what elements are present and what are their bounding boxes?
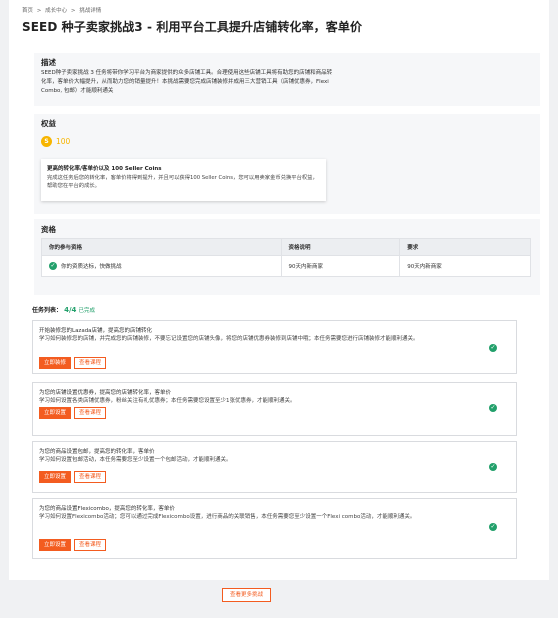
decorate-now-button[interactable]: 立即装修	[39, 357, 72, 369]
task-status: 已完成	[78, 308, 96, 314]
breadcrumb-home[interactable]: 首页	[22, 8, 33, 14]
check-circle-icon: ✓	[49, 262, 57, 271]
qualification-table: 你的参与资格 资格说明 要求 ✓ 你的资质达标，快做挑战 90天内新商家 90天内…	[41, 238, 531, 277]
task-item: 为您的商品设置包邮，提高您的转化率，客单价 学习如何设置包邮活动，本任务需要您至…	[32, 441, 517, 493]
check-circle-icon: ✓	[489, 344, 497, 352]
breadcrumb-current: 挑战详情	[79, 8, 102, 14]
table-row: ✓ 你的资质达标，快做挑战 90天内新商家 90天内新商家	[41, 255, 531, 277]
table-cell: 90天内新商家	[399, 255, 531, 277]
table-header-row: 你的参与资格 资格说明 要求	[41, 238, 531, 256]
task-item: 为您的商品设置Flexicombo，提高您的转化率，客单价 学习如何设置Flex…	[32, 498, 517, 559]
benefit-card: 更高的转化率/客单价以及 100 Seller Coins 完成这任务后您的转化…	[41, 159, 326, 201]
qualification-section: 资格 你的参与资格 资格说明 要求 ✓ 你的资质达标，快做挑战 90天内新商家 9…	[34, 219, 540, 295]
coin-amount: 100	[56, 137, 71, 146]
task-desc: 学习如何装修您的店铺，并完成您的店铺装修，不要忘记设置您的店铺头像，将您的店铺优…	[39, 336, 419, 342]
view-course-button[interactable]: 查看课程	[74, 471, 107, 483]
column-header: 要求	[399, 238, 531, 256]
view-course-button[interactable]: 查看课程	[74, 407, 107, 419]
task-list-label: 任务列表：	[32, 307, 63, 314]
breadcrumb-separator: >	[70, 8, 76, 14]
task-list-heading: 任务列表： 4/4 已完成	[32, 305, 95, 314]
main-panel: 首页 > 成长中心 > 挑战详情 SEED 种子卖家挑战3 - 利用平台工具提升…	[9, 0, 549, 580]
task-count: 4/4	[64, 306, 77, 314]
description-section: 描述 SEED种子卖家挑战 3 任务将带你学习平台为商家提供的众多店铺工具。合理…	[34, 53, 540, 106]
breadcrumb: 首页 > 成长中心 > 挑战详情	[22, 6, 103, 14]
breadcrumb-separator: >	[36, 8, 42, 14]
setup-now-button[interactable]: 立即设置	[39, 471, 72, 483]
view-course-button[interactable]: 查看课程	[74, 539, 107, 551]
breadcrumb-growth-center[interactable]: 成长中心	[45, 8, 67, 14]
benefits-heading: 权益	[41, 119, 56, 128]
eligibility-status: 你的资质达标，快做挑战	[61, 263, 122, 270]
description-heading: 描述	[41, 58, 56, 67]
task-title: 为您的商品设置Flexicombo，提高您的转化率，客单价	[39, 506, 175, 512]
setup-now-button[interactable]: 立即设置	[39, 539, 72, 551]
table-cell: ✓ 你的资质达标，快做挑战	[41, 255, 282, 277]
view-more-challenges-button[interactable]: 查看更多挑战	[222, 588, 271, 602]
column-header: 资格说明	[280, 238, 401, 256]
task-desc: 学习如何设置包邮活动，本任务需要您至少设置一个包邮活动，才能顺利通关。	[39, 457, 232, 463]
check-circle-icon: ✓	[489, 404, 497, 412]
description-text: SEED种子卖家挑战 3 任务将带你学习平台为商家提供的众多店铺工具。合理使用这…	[41, 70, 333, 94]
benefits-section: 权益 S 100 更高的转化率/客单价以及 100 Seller Coins 完…	[34, 114, 540, 214]
seller-coin-icon: S	[41, 136, 52, 147]
task-item: 开始装修您的Lazada店铺，提高您的店铺转化 学习如何装修您的店铺，并完成您的…	[32, 320, 517, 374]
setup-now-button[interactable]: 立即设置	[39, 407, 72, 419]
task-item: 为您的店铺设置优惠券，提高您的店铺转化率，客单价 学习如何设置各类店铺优惠券，粉…	[32, 382, 517, 436]
benefit-card-title: 更高的转化率/客单价以及 100 Seller Coins	[47, 166, 162, 172]
task-desc: 学习如何设置Flexicombo活动；您可以通过完成Flexicombo设置，进…	[39, 514, 416, 520]
benefit-card-text: 完成这任务后您的转化率，客单价将得到提升，并且可以获得100 Seller Co…	[47, 175, 318, 189]
view-course-button[interactable]: 查看课程	[74, 357, 107, 369]
task-desc: 学习如何设置各类店铺优惠券，粉丝关注有礼优惠券；本任务需要您设置至少1张优惠券，…	[39, 398, 296, 404]
check-circle-icon: ✓	[489, 523, 497, 531]
page-title: SEED 种子卖家挑战3 - 利用平台工具提升店铺转化率，客单价	[22, 20, 363, 34]
column-header: 你的参与资格	[41, 238, 282, 256]
table-cell: 90天内新商家	[280, 255, 401, 277]
task-title: 开始装修您的Lazada店铺，提高您的店铺转化	[39, 328, 153, 334]
task-title: 为您的商品设置包邮，提高您的转化率，客单价	[39, 449, 155, 455]
check-circle-icon: ✓	[489, 463, 497, 471]
qualification-heading: 资格	[41, 225, 56, 234]
task-title: 为您的店铺设置优惠券，提高您的店铺转化率，客单价	[39, 390, 172, 396]
